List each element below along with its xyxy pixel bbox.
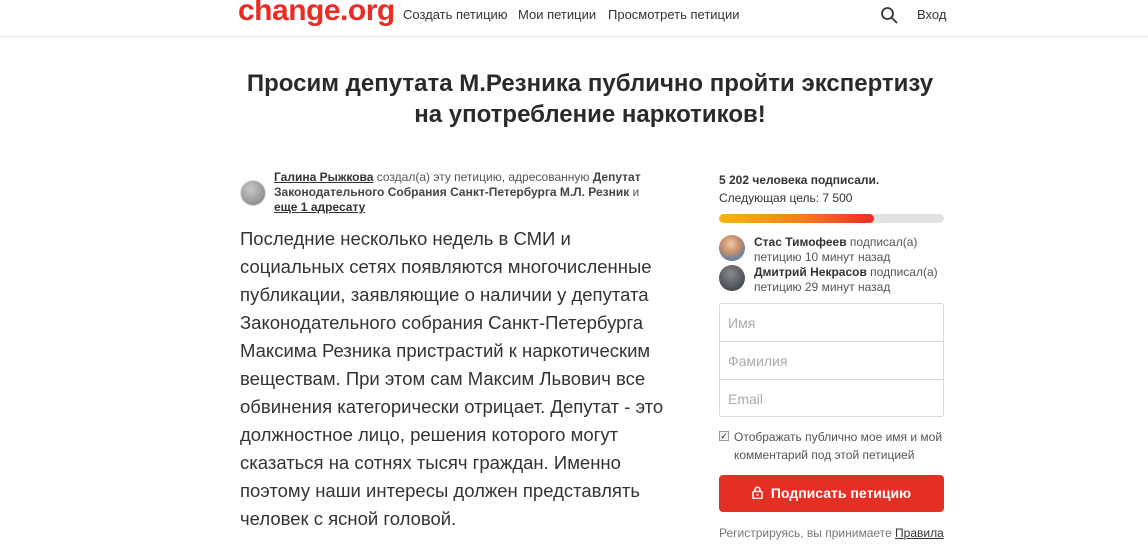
nav-my-petitions[interactable]: Мои петиции [518,7,596,22]
terms-prefix: Регистрируясь, вы принимаете [719,526,896,540]
lock-icon [752,486,763,499]
author-info: Галина Рыжкова создал(а) эту петицию, ад… [274,170,664,215]
signature-progress-fill [719,214,875,223]
signer-time: петицию 10 минут назад [754,250,891,264]
sign-petition-label: Подписать петицию [770,485,912,501]
signer-text: Дмитрий Некрасов подписал(а) петицию 29 м… [754,265,954,295]
signer-name: Стас Тимофеев [754,235,847,249]
display-publicly-label: Отображать публично мое имя и мой коммен… [734,430,943,462]
terms-link[interactable]: Правила [895,526,944,540]
author-name-link[interactable]: Галина Рыжкова [274,170,373,184]
signature-progress-bar [719,214,944,223]
signer-text: Стас Тимофеев подписал(а) петицию 10 мину… [754,235,954,265]
signer-action: подписал(а) [866,265,938,279]
signer-avatar [719,235,745,261]
sign-petition-button[interactable]: Подписать петицию [719,475,944,512]
nav-browse-petitions[interactable]: Просмотреть петиции [608,7,740,22]
terms-text: Регистрируясь, вы принимаете Правила [719,524,954,542]
login-link[interactable]: Вход [917,7,946,22]
search-icon[interactable] [880,6,898,24]
next-goal: Следующая цель: 7 500 [719,191,853,205]
first-name-input[interactable] [720,304,943,342]
sign-form [719,303,944,418]
petition-body: Последние несколько недель в СМИ и социа… [240,228,664,529]
signature-count: 5 202 человека подписали. [719,173,880,187]
last-name-input[interactable] [720,342,943,380]
petition-title-line-1: Просим депутата М.Резника публично пройт… [246,70,934,97]
nav-create-petition[interactable]: Создать петицию [403,7,508,22]
signer-action: подписал(а) [846,235,918,249]
author-action-text: создал(а) эту петицию, адресованную [373,170,593,184]
petition-title: Просим депутата М.Резника публично пройт… [140,68,1040,130]
petition-title-line-2: на употребление наркотиков! [414,101,766,128]
email-input[interactable] [720,380,943,418]
display-publicly-checkbox[interactable]: ✓ [719,431,729,441]
signer-name: Дмитрий Некрасов [754,265,867,279]
recent-signer: Стас Тимофеев подписал(а) петицию 10 мину… [719,235,949,265]
author-avatar[interactable] [240,180,266,206]
signer-time: петицию 29 минут назад [754,280,891,294]
more-addressees-link[interactable]: еще 1 адресату [274,200,365,214]
signer-avatar [719,265,745,291]
logo[interactable]: change.org [238,0,395,28]
top-header: change.org Создать петицию Мои петиции П… [0,0,1148,37]
addressee-conjunction: и [629,185,640,199]
recent-signer: Дмитрий Некрасов подписал(а) петицию 29 м… [719,265,949,295]
